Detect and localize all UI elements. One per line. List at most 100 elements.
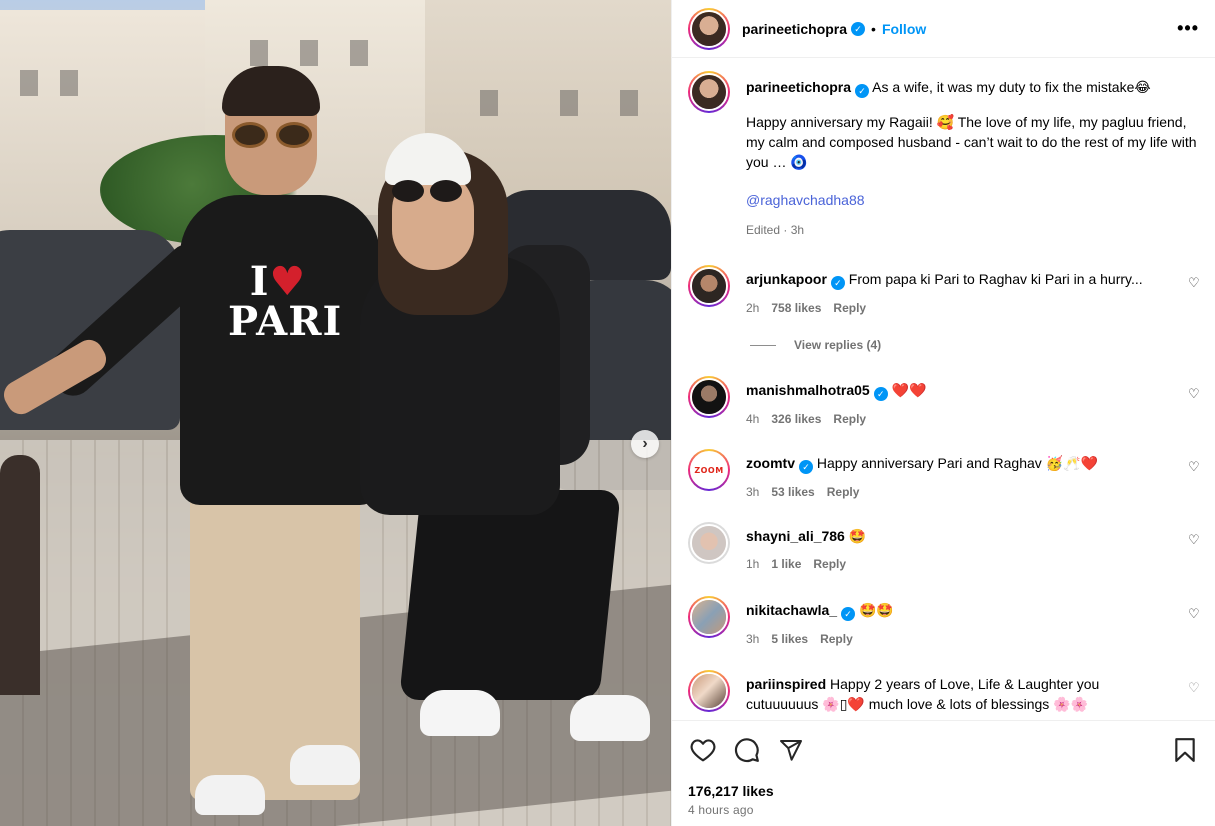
comment-username[interactable]: manishmalhotra05 (746, 382, 870, 398)
comment-time: 2h (746, 301, 760, 315)
comment: pariinspired Happy 2 years of Love, Life… (688, 670, 1200, 714)
comment: nikitachawla_ ✓ 🤩🤩 3h 5 likes Reply ♡ (688, 596, 1200, 647)
window (250, 40, 268, 66)
post-photo[interactable]: I♥ PARI › (0, 0, 671, 826)
caption-text: As a wife, it was my duty to fix the mis… (872, 79, 1151, 95)
caption-username[interactable]: parineetichopra (746, 79, 851, 95)
comment-likes[interactable]: 758 likes (771, 301, 821, 315)
post-header: parineetichopra ✓ • Follow ••• (672, 0, 1215, 58)
verified-icon: ✓ (841, 607, 856, 621)
window (560, 90, 578, 116)
woman-shoe (570, 695, 650, 741)
man-shoe (195, 775, 265, 815)
separator-dot: • (871, 20, 876, 37)
woman-legs (398, 490, 622, 700)
comment-text: 🤩 (848, 528, 867, 544)
post-actions: 176,217 likes 4 hours ago (672, 720, 1215, 826)
author-avatar[interactable] (688, 71, 730, 113)
share-button[interactable] (776, 735, 806, 765)
comment-time: 4h (746, 412, 760, 426)
window (20, 70, 38, 96)
heart-icon[interactable]: ♡ (1188, 387, 1200, 400)
reply-button[interactable]: Reply (833, 412, 866, 426)
window (60, 70, 78, 96)
comment-likes[interactable]: 5 likes (771, 632, 808, 646)
view-replies-button[interactable]: View replies (4) (750, 338, 881, 352)
heart-icon[interactable]: ♡ (1188, 276, 1200, 289)
reply-button[interactable]: Reply (820, 632, 853, 646)
heart-icon[interactable]: ♡ (1188, 607, 1200, 620)
comment-text: From papa ki Pari to Raghav ki Pari in a… (848, 271, 1143, 287)
comment-likes[interactable]: 326 likes (771, 412, 821, 426)
like-button[interactable] (688, 735, 718, 765)
carousel-next-button[interactable]: › (631, 430, 659, 458)
more-icon[interactable]: ••• (1177, 18, 1199, 39)
post-timestamp: 4 hours ago (688, 803, 754, 817)
window (300, 40, 318, 66)
comment-text: 🤩🤩 (858, 602, 894, 618)
comment-username[interactable]: arjunkapoor (746, 271, 827, 287)
author-username[interactable]: parineetichopra (742, 21, 847, 37)
divider (750, 344, 776, 346)
share-icon (780, 740, 802, 761)
comment-icon (734, 738, 759, 763)
save-button[interactable] (1170, 735, 1200, 765)
commenter-avatar[interactable] (688, 265, 730, 307)
comment: arjunkapoor ✓ From papa ki Pari to Raghav… (688, 265, 1200, 316)
verified-icon: ✓ (799, 460, 813, 474)
heart-icon (690, 739, 716, 762)
bollard (0, 455, 40, 695)
verified-icon: ✓ (873, 387, 888, 401)
comment-username[interactable]: pariinspired (746, 676, 826, 692)
comment-likes[interactable]: 53 likes (771, 485, 814, 499)
verified-icon: ✓ (855, 84, 870, 98)
shirt-print: I♥ PARI (228, 258, 343, 345)
heart-icon[interactable]: ♡ (1188, 681, 1200, 694)
woman-shoe (420, 690, 500, 736)
author-avatar[interactable] (688, 7, 730, 50)
view-replies-label: View replies (4) (794, 338, 882, 352)
comment-username[interactable]: nikitachawla_ (746, 602, 837, 618)
caption-text-2: Happy anniversary my Ragaii! 🥰 The love … (746, 114, 1197, 170)
bookmark-icon (1175, 738, 1195, 762)
heart-icon[interactable]: ♡ (1188, 460, 1200, 473)
woman-sunglasses (392, 180, 464, 204)
mention-link[interactable]: @raghavchadha88 (746, 190, 1200, 210)
reply-button[interactable]: Reply (833, 301, 866, 315)
chevron-right-icon: › (642, 435, 648, 452)
comment-time: 1h (746, 557, 760, 571)
comment-likes[interactable]: 1 like (771, 557, 801, 571)
likes-count[interactable]: 176,217 likes (688, 783, 1200, 799)
comment-username[interactable]: zoomtv (746, 455, 795, 471)
comments-list[interactable]: parineetichopra ✓ As a wife, it was my du… (672, 59, 1215, 719)
commenter-avatar[interactable] (688, 670, 730, 712)
comment-text: Happy anniversary Pari and Raghav 🥳🥂❤️ (816, 455, 1098, 471)
comment-button[interactable] (732, 735, 762, 765)
man-sunglasses (232, 122, 312, 148)
window (480, 90, 498, 116)
caption: parineetichopra ✓ As a wife, it was my du… (688, 71, 1200, 240)
zoom-logo: ZOOM (694, 465, 724, 475)
comment-username[interactable]: shayni_ali_786 (746, 528, 845, 544)
comment: shayni_ali_786 🤩 1h 1 like Reply ♡ (688, 522, 1200, 572)
commenter-avatar[interactable] (688, 522, 730, 564)
comment: manishmalhotra05 ✓ ❤️❤️ 4h 326 likes Reply … (688, 376, 1200, 427)
verified-icon: ✓ (851, 21, 866, 36)
reply-button[interactable]: Reply (813, 557, 846, 571)
follow-button[interactable]: Follow (882, 21, 926, 37)
man-shoe (290, 745, 360, 785)
reply-button[interactable]: Reply (827, 485, 860, 499)
commenter-avatar[interactable] (688, 596, 730, 638)
comment-time: 3h (746, 485, 760, 499)
comment: ZOOM zoomtv ✓ Happy anniversary Pari and … (688, 449, 1200, 500)
comment-text: ❤️❤️ (891, 382, 927, 398)
caption-meta: Edited · 3h (746, 223, 805, 237)
commenter-avatar[interactable] (688, 376, 730, 418)
commenter-avatar[interactable]: ZOOM (688, 449, 730, 491)
man-shirt (180, 195, 380, 505)
heart-icon[interactable]: ♡ (1188, 533, 1200, 546)
window (620, 90, 638, 116)
window (350, 40, 368, 66)
verified-icon: ✓ (830, 276, 845, 290)
post-panel: parineetichopra ✓ • Follow ••• parineeti… (671, 0, 1215, 826)
